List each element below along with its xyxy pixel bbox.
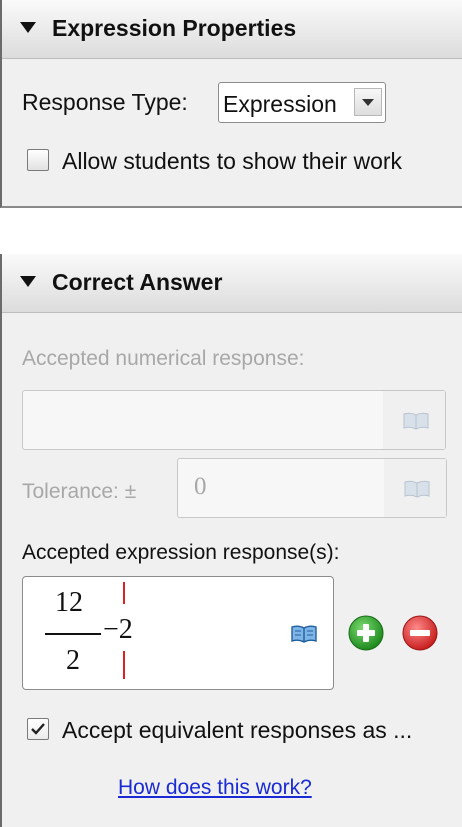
correct-answer-header[interactable]: Correct Answer bbox=[2, 254, 462, 313]
checkmark-icon bbox=[31, 723, 45, 735]
response-type-value: Expression bbox=[223, 91, 337, 117]
response-type-label: Response Type: bbox=[22, 89, 188, 115]
show-work-checkbox[interactable] bbox=[27, 149, 49, 171]
help-link[interactable]: How does this work? bbox=[118, 776, 312, 800]
book-icon[interactable] bbox=[291, 625, 317, 643]
fraction-bar bbox=[45, 633, 101, 635]
expression-properties-title: Expression Properties bbox=[52, 15, 297, 41]
book-icon bbox=[403, 412, 429, 430]
correct-answer-panel: Correct Answer Accepted numerical respon… bbox=[0, 254, 462, 827]
expression-response-field[interactable]: 12 2 −2 bbox=[22, 576, 334, 690]
fraction-numerator: 12 bbox=[55, 587, 83, 618]
text-cursor-upper bbox=[123, 582, 125, 604]
dropdown-arrow-button[interactable] bbox=[354, 88, 382, 116]
expression-response-label: Accepted expression response(s): bbox=[22, 541, 340, 564]
text-cursor-lower bbox=[123, 651, 125, 679]
tolerance-label: Tolerance: ± bbox=[22, 480, 137, 503]
expression-properties-panel: Expression Properties Response Type: Exp… bbox=[0, 0, 462, 208]
tolerance-field[interactable]: 0 bbox=[177, 458, 447, 518]
accept-equivalent-checkbox[interactable] bbox=[27, 718, 49, 740]
collapse-triangle-icon[interactable] bbox=[20, 22, 36, 33]
correct-answer-title: Correct Answer bbox=[52, 269, 223, 295]
add-response-button[interactable] bbox=[348, 615, 384, 651]
numerical-response-label: Accepted numerical response: bbox=[22, 347, 305, 370]
response-type-select[interactable]: Expression bbox=[218, 82, 386, 123]
expression-properties-header[interactable]: Expression Properties bbox=[2, 0, 462, 59]
tolerance-catalog-button[interactable] bbox=[384, 459, 446, 517]
book-icon bbox=[404, 480, 430, 498]
remove-response-button[interactable] bbox=[402, 615, 438, 651]
expression-rest: −2 bbox=[103, 614, 133, 645]
fraction-denominator: 2 bbox=[66, 645, 80, 676]
numerical-catalog-button[interactable] bbox=[383, 391, 445, 449]
tolerance-value: 0 bbox=[194, 473, 207, 500]
show-work-label: Allow students to show their work bbox=[62, 148, 403, 174]
accept-equivalent-label: Accept equivalent responses as ... bbox=[62, 717, 413, 743]
collapse-triangle-icon[interactable] bbox=[20, 276, 36, 287]
numerical-response-field[interactable] bbox=[22, 390, 446, 450]
chevron-down-icon bbox=[362, 99, 374, 106]
